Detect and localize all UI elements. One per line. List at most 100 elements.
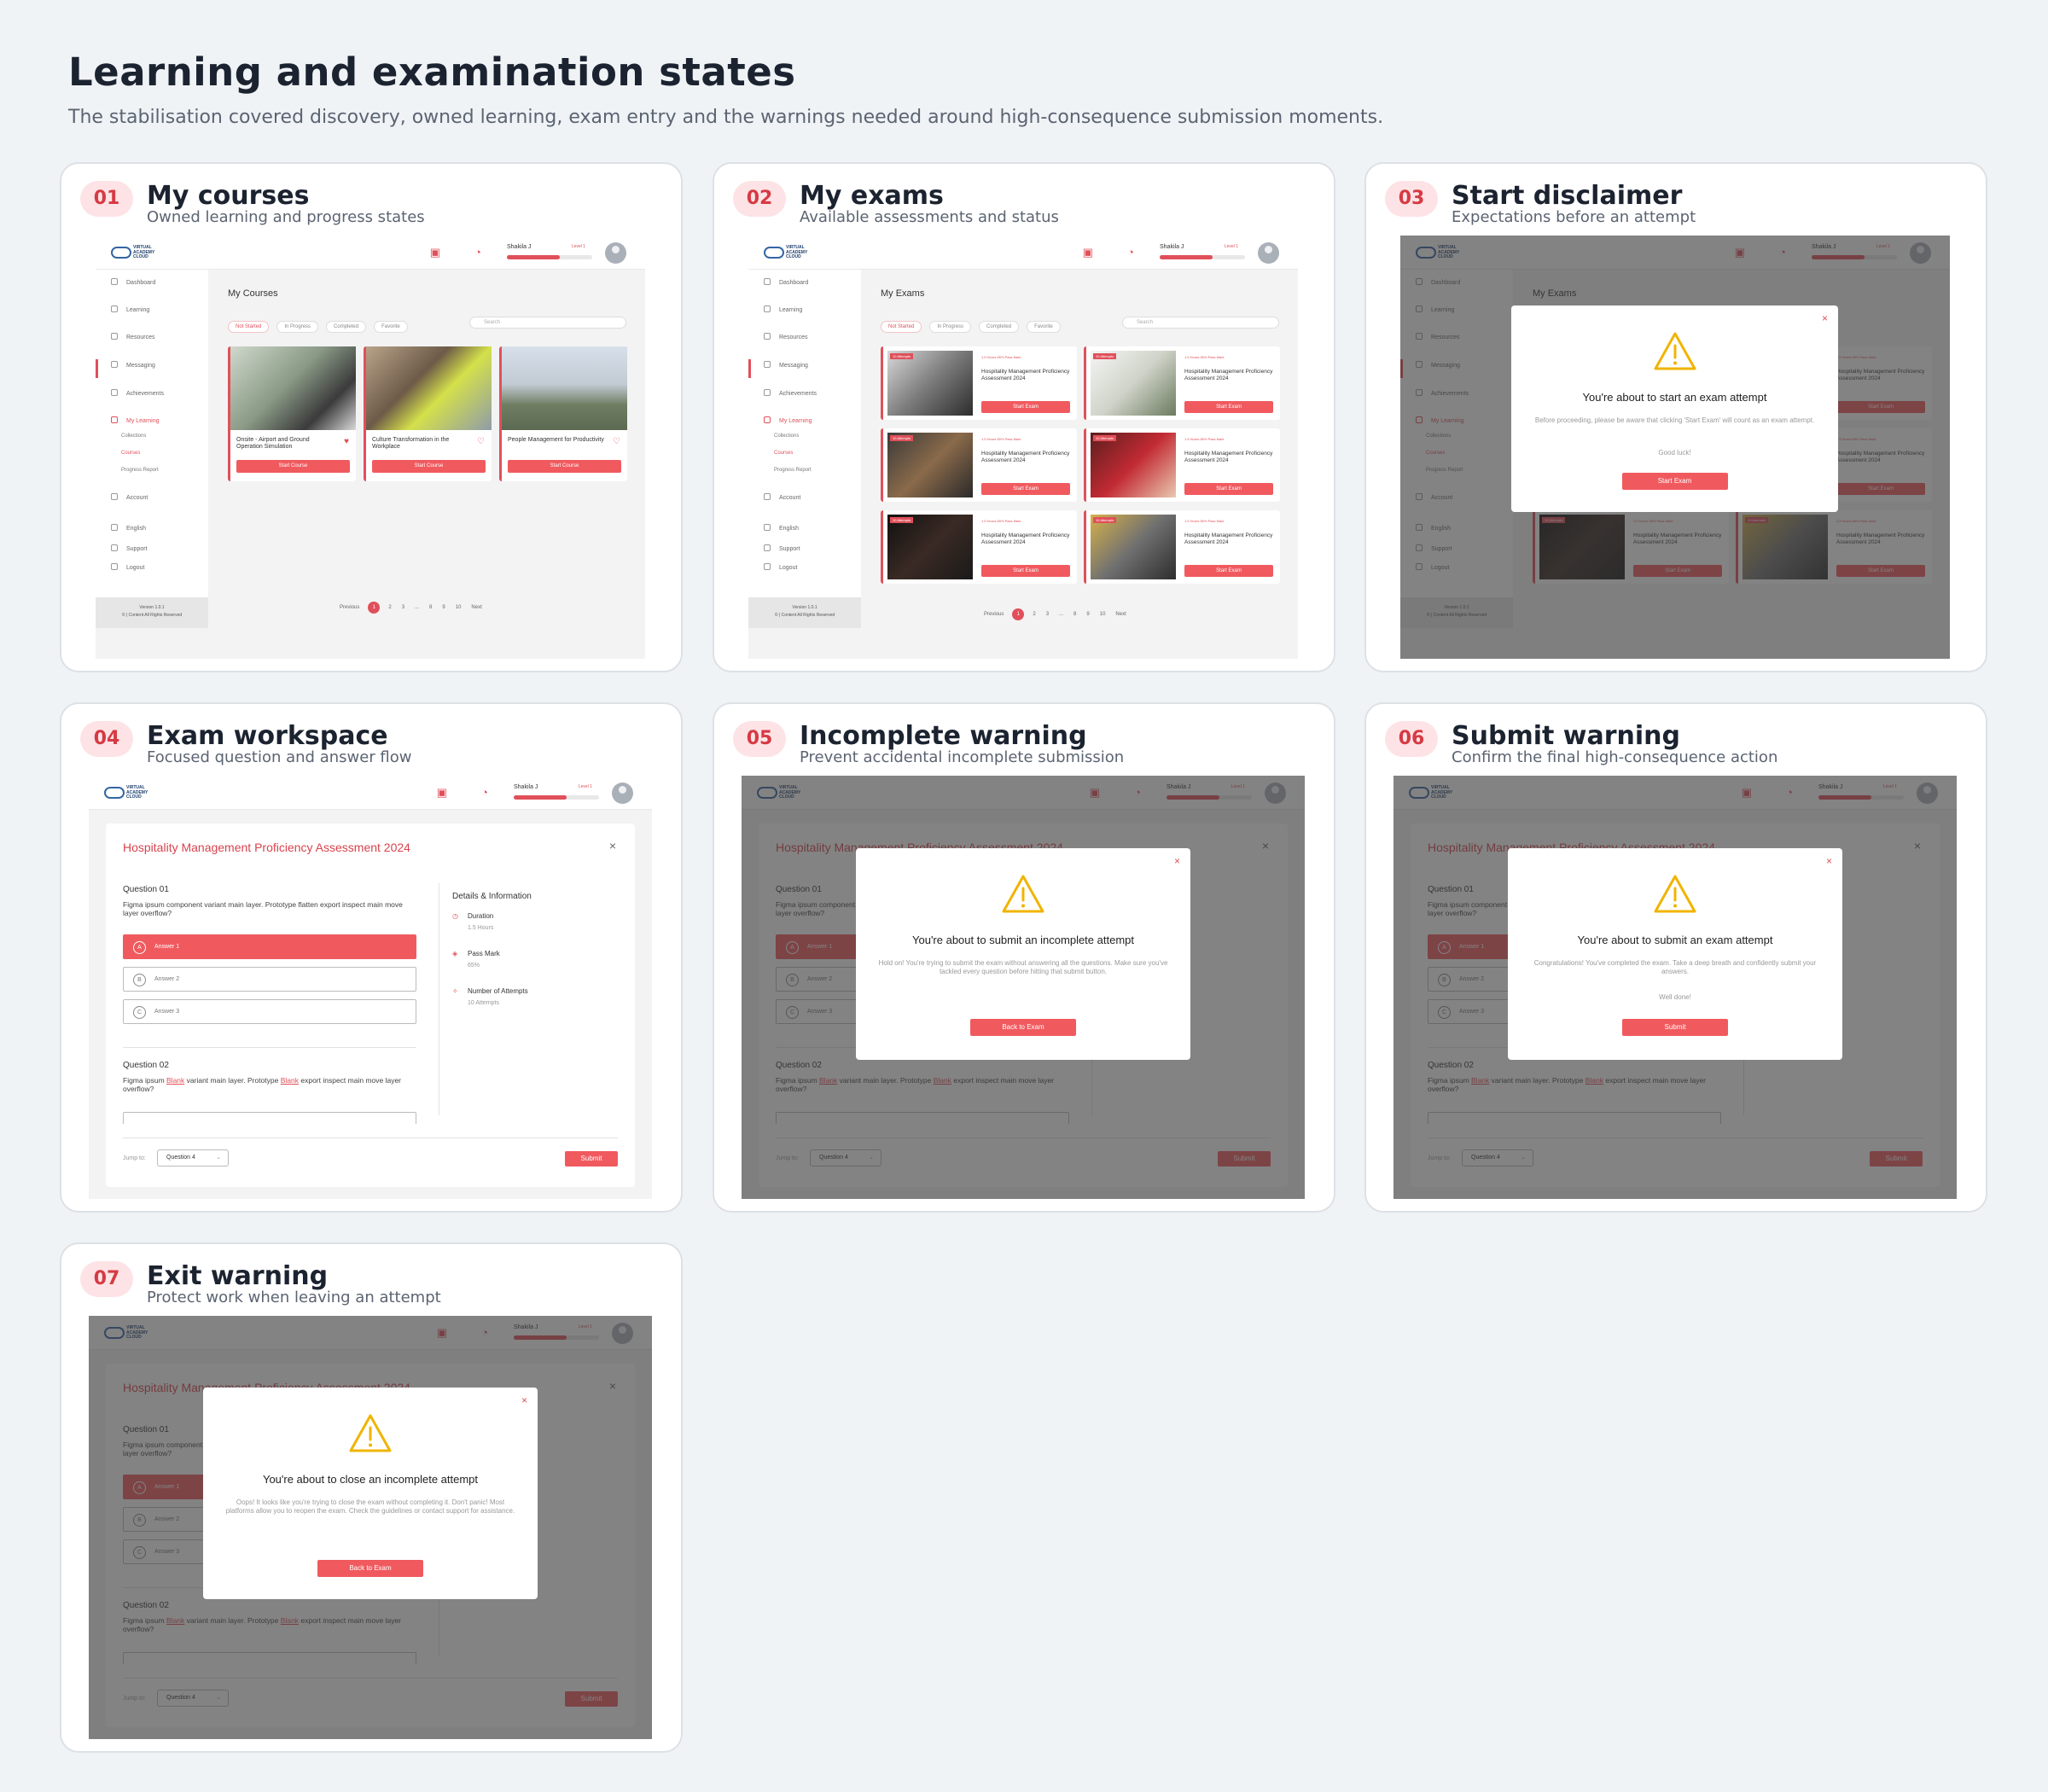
sidebar-subitem[interactable]: Collections — [121, 433, 146, 439]
jump-to-select[interactable]: Question 4 ⌄ — [157, 1149, 229, 1167]
sidebar-item[interactable]: My Learning — [111, 416, 160, 424]
pager-next[interactable]: Next — [471, 605, 481, 610]
calendar-icon[interactable]: ▣ — [430, 246, 440, 259]
course-card[interactable]: People Management for Productivity ♡ Sta… — [499, 346, 627, 481]
filter-in-progress[interactable]: In Progress — [929, 321, 972, 333]
sidebar-item[interactable]: Account — [764, 493, 800, 501]
avatar[interactable] — [1258, 242, 1279, 264]
filter-not-started[interactable]: Not Started — [228, 321, 270, 333]
filter-completed[interactable]: Completed — [979, 321, 1020, 333]
start-exam-button[interactable]: Start Exam — [981, 401, 1070, 413]
filter-not-started[interactable]: Not Started — [881, 321, 922, 333]
sidebar-item[interactable]: Resources — [111, 333, 154, 340]
avatar[interactable] — [612, 783, 633, 804]
start-exam-button[interactable]: Start Exam — [1184, 483, 1273, 495]
heart-icon[interactable]: ♡ — [477, 437, 485, 446]
pager-prev[interactable]: Previous — [340, 605, 359, 610]
sidebar-item[interactable]: Dashboard — [111, 278, 155, 286]
sidebar-item[interactable]: Messaging — [111, 361, 155, 369]
close-icon[interactable]: × — [1174, 855, 1180, 867]
sidebar-item[interactable]: English — [111, 524, 146, 532]
sidebar-item[interactable]: Support — [764, 544, 800, 552]
close-icon[interactable]: × — [609, 839, 616, 852]
bell-icon[interactable]: ◔ — [474, 246, 481, 259]
blank-field[interactable]: Blank — [281, 1076, 299, 1085]
heart-icon[interactable]: ♥ — [344, 437, 349, 446]
course-card[interactable]: Culture Transformation in the Workplace … — [364, 346, 492, 481]
start-exam-button[interactable]: Start Exam — [1184, 565, 1273, 577]
close-icon[interactable]: × — [1826, 855, 1832, 867]
start-exam-button[interactable]: Start Exam — [1621, 473, 1728, 490]
pager-next[interactable]: Next — [1115, 612, 1126, 617]
sidebar-subitem[interactable]: Collections — [774, 433, 799, 439]
start-exam-button[interactable]: Start Exam — [981, 565, 1070, 577]
sidebar-item[interactable]: Account — [111, 493, 148, 501]
sidebar-item[interactable]: Learning — [764, 305, 802, 313]
back-to-exam-button[interactable]: Back to Exam — [317, 1560, 423, 1577]
sidebar-item[interactable]: Dashboard — [764, 278, 808, 286]
sidebar-subitem[interactable]: Courses — [121, 451, 140, 456]
back-to-exam-button[interactable]: Back to Exam — [970, 1019, 1076, 1036]
sidebar-item[interactable]: Learning — [111, 305, 149, 313]
pager-page[interactable]: 8 — [1073, 612, 1076, 617]
sidebar-item[interactable]: Messaging — [764, 361, 808, 369]
answer-option[interactable]: C Answer 3 — [123, 999, 416, 1024]
exam-card[interactable]: 10 Attempts 1.5 Hours 65% Pass Mark Hosp… — [1084, 510, 1280, 584]
start-course-button[interactable]: Start Course — [372, 460, 486, 473]
submit-button[interactable]: Submit — [1622, 1019, 1728, 1036]
search-input[interactable]: Search — [469, 317, 626, 329]
pager-page[interactable]: 9 — [442, 605, 445, 610]
pager-page[interactable]: 3 — [1046, 612, 1049, 617]
start-course-button[interactable]: Start Course — [236, 460, 350, 473]
close-icon[interactable]: × — [1822, 312, 1828, 324]
bell-icon[interactable]: ◔ — [481, 786, 488, 799]
answer-option[interactable]: B Answer 2 — [123, 967, 416, 992]
pager-page[interactable]: 1 — [1012, 608, 1025, 620]
exam-card[interactable]: 10 Attempts 1.5 Hours 65% Pass Mark Hosp… — [881, 510, 1077, 584]
filter-in-progress[interactable]: In Progress — [276, 321, 319, 333]
sidebar-item[interactable]: Logout — [764, 563, 797, 571]
sidebar-item[interactable]: Logout — [111, 563, 144, 571]
answer-input[interactable] — [123, 1112, 416, 1124]
blank-field[interactable]: Blank — [166, 1076, 184, 1085]
course-card[interactable]: Onsite - Airport and Ground Operation Si… — [228, 346, 356, 481]
sidebar-item[interactable]: Achievements — [111, 389, 164, 397]
submit-button[interactable]: Submit — [565, 1151, 618, 1167]
pager-page[interactable]: 1 — [368, 602, 381, 614]
exam-card[interactable]: 10 Attempts 1.5 Hours 65% Pass Mark Hosp… — [1084, 428, 1280, 502]
sidebar-subitem[interactable]: Courses — [774, 451, 793, 456]
calendar-icon[interactable]: ▣ — [437, 786, 447, 800]
exam-card[interactable]: 10 Attempts 1.5 Hours 65% Pass Mark Hosp… — [881, 346, 1077, 420]
start-exam-button[interactable]: Start Exam — [981, 483, 1070, 495]
heart-icon[interactable]: ♡ — [613, 437, 620, 446]
start-course-button[interactable]: Start Course — [508, 460, 621, 473]
pager-page[interactable]: 3 — [402, 605, 404, 610]
search-input[interactable]: Search — [1122, 317, 1279, 329]
sidebar-item[interactable]: Support — [111, 544, 148, 552]
filter-completed[interactable]: Completed — [326, 321, 367, 333]
pager-page[interactable]: ... — [1059, 612, 1063, 617]
filter-favorite[interactable]: Favorite — [1027, 321, 1061, 333]
pager-page[interactable]: 9 — [1086, 612, 1089, 617]
close-icon[interactable]: × — [521, 1394, 527, 1406]
start-exam-button[interactable]: Start Exam — [1184, 401, 1273, 413]
pager-page[interactable]: 10 — [1100, 612, 1106, 617]
answer-option[interactable]: A Answer 1 — [123, 934, 416, 959]
pager-page[interactable]: ... — [415, 605, 419, 610]
pager-page[interactable]: 10 — [456, 605, 462, 610]
sidebar-item[interactable]: English — [764, 524, 799, 532]
filter-favorite[interactable]: Favorite — [374, 321, 408, 333]
pager-prev[interactable]: Previous — [984, 612, 1004, 617]
sidebar-item[interactable]: Resources — [764, 333, 807, 340]
exam-card[interactable]: 10 Attempts 1.5 Hours 65% Pass Mark Hosp… — [1084, 346, 1280, 420]
calendar-icon[interactable]: ▣ — [1083, 246, 1093, 259]
exam-card[interactable]: 10 Attempts 1.5 Hours 65% Pass Mark Hosp… — [881, 428, 1077, 502]
sidebar-subitem[interactable]: Progress Report — [121, 468, 159, 473]
bell-icon[interactable]: ◔ — [1127, 246, 1134, 259]
pager-page[interactable]: 8 — [429, 605, 432, 610]
avatar[interactable] — [605, 242, 626, 264]
pager-page[interactable]: 2 — [1033, 612, 1035, 617]
sidebar-subitem[interactable]: Progress Report — [774, 468, 812, 473]
sidebar-item[interactable]: My Learning — [764, 416, 812, 424]
pager-page[interactable]: 2 — [388, 605, 391, 610]
